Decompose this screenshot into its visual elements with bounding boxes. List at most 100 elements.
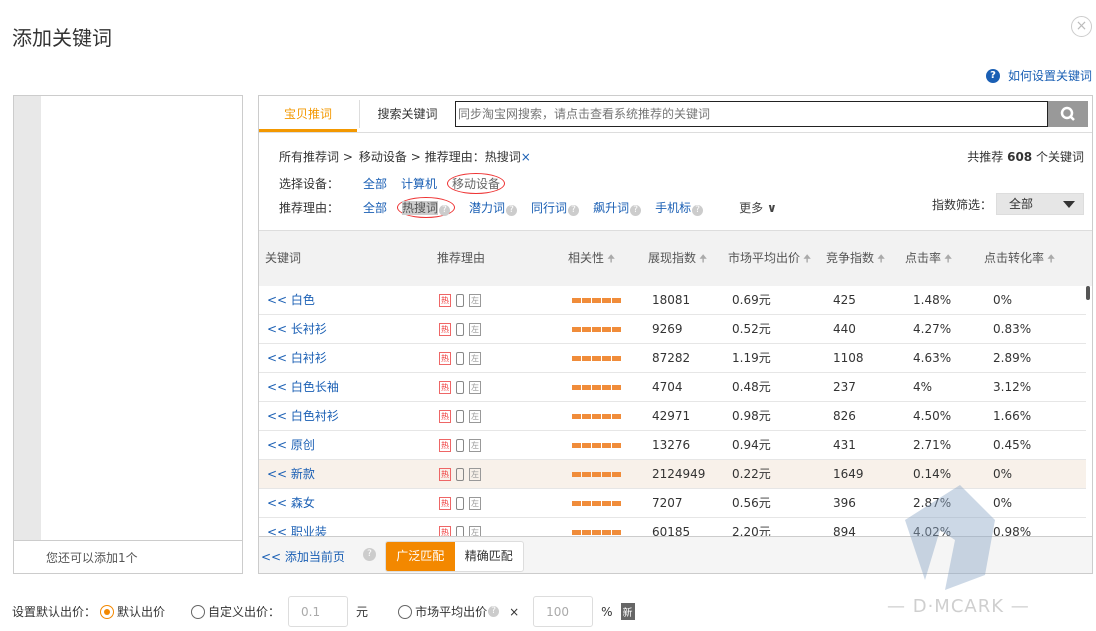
ctr: 0.14% xyxy=(913,467,952,481)
breadcrumb-device[interactable]: 移动设备 > xyxy=(359,148,421,165)
table-header: 关键词 推荐理由 相关性 🠉 展现指数 🠉 市场平均出价 🠉 竞争指数 🠉 点击率 🠉 点… xyxy=(259,230,1092,286)
sort-arrow-icon[interactable]: 🠉 xyxy=(607,254,615,265)
table-row[interactable]: << 原创热左 13276 0.94元 431 2.71% 0.45% xyxy=(259,431,1086,460)
table-row[interactable]: << 长衬衫热左 9269 0.52元 440 4.27% 0.83% xyxy=(259,315,1086,344)
col-reason: 推荐理由 xyxy=(437,251,486,265)
mobile-icon xyxy=(456,381,464,394)
device-computer[interactable]: 计算机 xyxy=(401,175,437,192)
keyword-add-link[interactable]: << 白色长袖 xyxy=(267,373,339,401)
col-relevance[interactable]: 相关性 🠉 xyxy=(568,249,615,269)
tab-item-recommend[interactable]: 宝贝推词 xyxy=(259,96,357,132)
relevance-meter xyxy=(572,344,621,372)
relevance-bar xyxy=(582,530,591,535)
relevance-meter xyxy=(572,402,621,430)
sort-arrow-icon[interactable]: 🠉 xyxy=(1047,254,1055,265)
custom-bid-radio[interactable] xyxy=(191,604,206,619)
keyword-add-link[interactable]: << 职业装 xyxy=(267,518,327,537)
col-competition[interactable]: 竞争指数 🠉 xyxy=(826,249,885,269)
help-icon[interactable]: ? xyxy=(439,205,451,216)
help-icon[interactable]: ? xyxy=(363,548,376,561)
relevance-bar xyxy=(582,356,591,361)
relevance-bar xyxy=(592,327,601,332)
keyword-add-link[interactable]: << 长衬衫 xyxy=(267,315,327,343)
breadcrumb-all[interactable]: 所有推荐词 > xyxy=(279,148,353,165)
total-count: 共推荐 608 个关键词 xyxy=(967,148,1084,165)
reason-all[interactable]: 全部 xyxy=(363,199,387,216)
exact-match-button[interactable]: 精确匹配 xyxy=(455,542,524,571)
close-icon[interactable]: × xyxy=(1071,16,1092,37)
help-link[interactable]: ? 如何设置关键词 xyxy=(985,67,1092,84)
device-filter-label: 选择设备： xyxy=(279,177,340,191)
market-bid-radio[interactable] xyxy=(398,604,413,619)
left-icon: 左 xyxy=(469,294,481,307)
keyword-add-link[interactable]: << 原创 xyxy=(267,431,315,459)
more-button[interactable]: 更多 ∨ xyxy=(739,199,777,216)
keyword-add-link[interactable]: << 森女 xyxy=(267,489,315,517)
table-row[interactable]: << 白衬衫热左 87282 1.19元 1108 4.63% 2.89% xyxy=(259,344,1086,373)
sort-arrow-icon[interactable]: 🠉 xyxy=(803,254,811,265)
table-scrollbar[interactable] xyxy=(1086,286,1090,300)
help-icon[interactable]: ? xyxy=(506,205,518,216)
relevance-bar xyxy=(572,443,581,448)
col-avg-bid[interactable]: 市场平均出价 🠉 xyxy=(728,249,811,269)
device-all[interactable]: 全部 xyxy=(363,175,387,192)
custom-bid-input[interactable] xyxy=(288,596,349,627)
keyword-add-link[interactable]: << 新款 xyxy=(267,460,315,488)
percent-input[interactable] xyxy=(533,596,594,627)
watermark-text: — D·MCARK — xyxy=(887,596,1030,617)
avg-bid: 0.22元 xyxy=(732,467,771,481)
index-filter-select[interactable]: 全部 xyxy=(996,193,1084,215)
index-filter: 指数筛选： 全部 xyxy=(932,193,1084,215)
table-row[interactable]: << 新款热左 2124949 0.22元 1649 0.14% 0% xyxy=(259,460,1086,489)
competition-index: 425 xyxy=(833,293,856,307)
search-button[interactable] xyxy=(1048,101,1088,127)
hot-icon: 热 xyxy=(439,323,451,336)
reason-potential[interactable]: 潜力词? xyxy=(469,199,518,216)
keyword-add-link[interactable]: << 白色衬衫 xyxy=(267,402,339,430)
broad-match-button[interactable]: 广泛匹配 xyxy=(386,542,455,571)
relevance-bar xyxy=(602,385,611,390)
help-icon[interactable]: ? xyxy=(568,205,580,216)
sort-arrow-icon[interactable]: 🠉 xyxy=(944,254,952,265)
total-prefix: 共推荐 xyxy=(967,150,1004,164)
sort-arrow-icon[interactable]: 🠉 xyxy=(877,254,885,265)
help-icon[interactable]: ? xyxy=(692,205,704,216)
ctr: 4.02% xyxy=(913,525,952,537)
avg-bid: 0.69元 xyxy=(732,293,771,307)
reason-rising[interactable]: 飙升词? xyxy=(593,199,642,216)
default-bid-radio[interactable] xyxy=(100,604,115,619)
reason-mobile[interactable]: 手机标? xyxy=(655,199,704,216)
hot-icon: 热 xyxy=(439,352,451,365)
col-cvr[interactable]: 点击转化率 🠉 xyxy=(984,249,1055,269)
reason-potential-label: 潜力词 xyxy=(469,201,506,215)
search-icon xyxy=(1060,106,1075,121)
dialog-title: 添加关键词 xyxy=(12,26,112,50)
table-row[interactable]: << 森女热左 7207 0.56元 396 2.87% 0% xyxy=(259,489,1086,518)
search-input[interactable] xyxy=(455,101,1048,127)
col-display-index[interactable]: 展现指数 🠉 xyxy=(648,249,707,269)
relevance-bar xyxy=(602,298,611,303)
keyword-add-link[interactable]: << 白色 xyxy=(267,286,315,314)
relevance-bar xyxy=(592,443,601,448)
table-row[interactable]: << 职业装 热左 60185 2.20元 894 4.02% 0.98% xyxy=(259,518,1086,537)
cvr: 0% xyxy=(993,467,1013,481)
table-row[interactable]: << 白色长袖热左 4704 0.48元 237 4% 3.12% xyxy=(259,373,1086,402)
col-ctr[interactable]: 点击率 🠉 xyxy=(905,249,952,269)
remove-filter-icon[interactable]: × xyxy=(521,150,531,164)
help-link-label[interactable]: 如何设置关键词 xyxy=(1008,67,1092,84)
reason-hot-search[interactable]: 热搜词? xyxy=(397,197,456,218)
table-row[interactable]: << 白色热左 18081 0.69元 425 1.48% 0% xyxy=(259,286,1086,315)
help-icon[interactable]: ? xyxy=(630,205,642,216)
relevance-meter xyxy=(572,315,621,343)
relevance-bar xyxy=(612,472,621,477)
reason-peer[interactable]: 同行词? xyxy=(531,199,580,216)
tab-search-keyword[interactable]: 搜索关键词 xyxy=(359,100,455,128)
help-icon[interactable]: ? xyxy=(488,606,500,617)
sort-arrow-icon[interactable]: 🠉 xyxy=(699,254,707,265)
add-current-page-button[interactable]: << 添加当前页 xyxy=(261,548,345,565)
keyword-add-link[interactable]: << 白衬衫 xyxy=(267,344,327,372)
table-row[interactable]: << 白色衬衫热左 42971 0.98元 826 4.50% 1.66% xyxy=(259,402,1086,431)
display-index: 9269 xyxy=(652,322,683,336)
device-mobile[interactable]: 移动设备 xyxy=(447,173,506,194)
relevance-bar xyxy=(572,298,581,303)
